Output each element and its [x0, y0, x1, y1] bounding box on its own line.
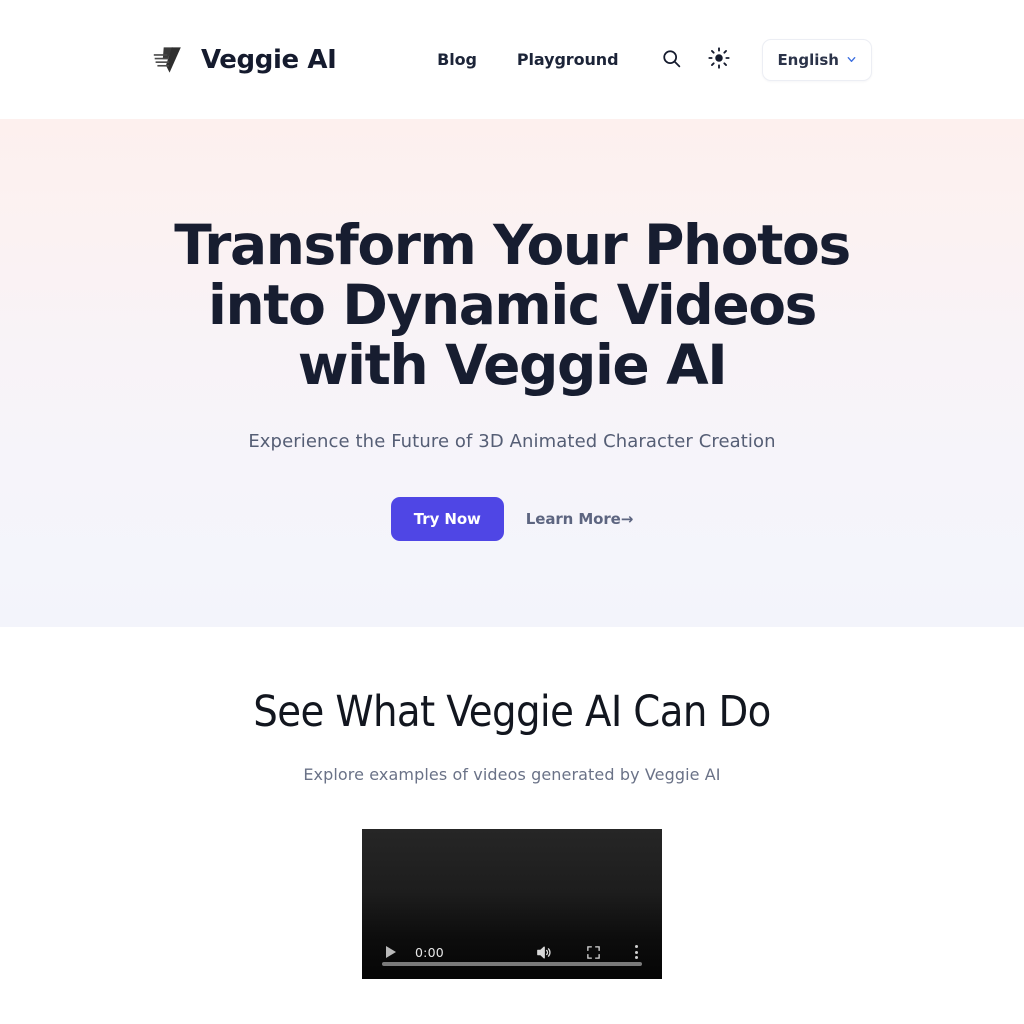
search-button[interactable] [654, 43, 688, 77]
showcase-title: See What Veggie AI Can Do [253, 687, 771, 737]
more-options-icon[interactable] [635, 945, 638, 959]
play-icon[interactable] [386, 946, 396, 958]
hero-actions: Try Now Learn More→ [390, 497, 634, 541]
hero-title: Transform Your Photos into Dynamic Video… [174, 213, 851, 397]
veggie-v-logo-icon [152, 42, 188, 78]
site-header: Veggie AI Blog Playground English [0, 0, 1024, 119]
brand-name: Veggie AI [201, 44, 337, 75]
nav-link-blog[interactable]: Blog [437, 50, 477, 69]
hero-section: Transform Your Photos into Dynamic Video… [0, 119, 1024, 627]
fullscreen-icon[interactable] [586, 945, 601, 960]
language-selector[interactable]: English [762, 38, 872, 81]
search-icon [661, 48, 682, 72]
showcase-subtitle: Explore examples of videos generated by … [303, 765, 721, 784]
showcase-section: See What Veggie AI Can Do Explore exampl… [0, 627, 1024, 979]
nav-link-playground[interactable]: Playground [517, 50, 619, 69]
video-progress-bar[interactable] [382, 962, 642, 966]
theme-toggle-button[interactable] [702, 43, 736, 77]
try-now-button[interactable]: Try Now [390, 497, 504, 541]
hero-title-line-1: Transform Your Photos [174, 213, 851, 277]
brand-logo[interactable]: Veggie AI [152, 42, 337, 78]
learn-more-button[interactable]: Learn More→ [526, 510, 634, 528]
example-video-player[interactable]: 0:00 [362, 829, 662, 979]
primary-nav: Blog Playground English [437, 38, 872, 81]
language-selector-value: English [777, 50, 839, 69]
hero-subtitle: Experience the Future of 3D Animated Cha… [248, 431, 776, 452]
hero-title-line-2: into Dynamic Videos [208, 273, 817, 337]
chevron-down-icon [846, 54, 857, 65]
video-current-time: 0:00 [415, 944, 444, 960]
volume-icon[interactable] [535, 944, 552, 961]
howto-section: How to Use Veggie AI [0, 979, 1024, 1024]
nav-links: Blog Playground [437, 50, 618, 69]
hero-title-line-3: with Veggie AI [297, 333, 728, 397]
sun-icon [708, 47, 731, 72]
video-controls-right [535, 944, 648, 961]
video-surface[interactable]: 0:00 [362, 829, 662, 979]
